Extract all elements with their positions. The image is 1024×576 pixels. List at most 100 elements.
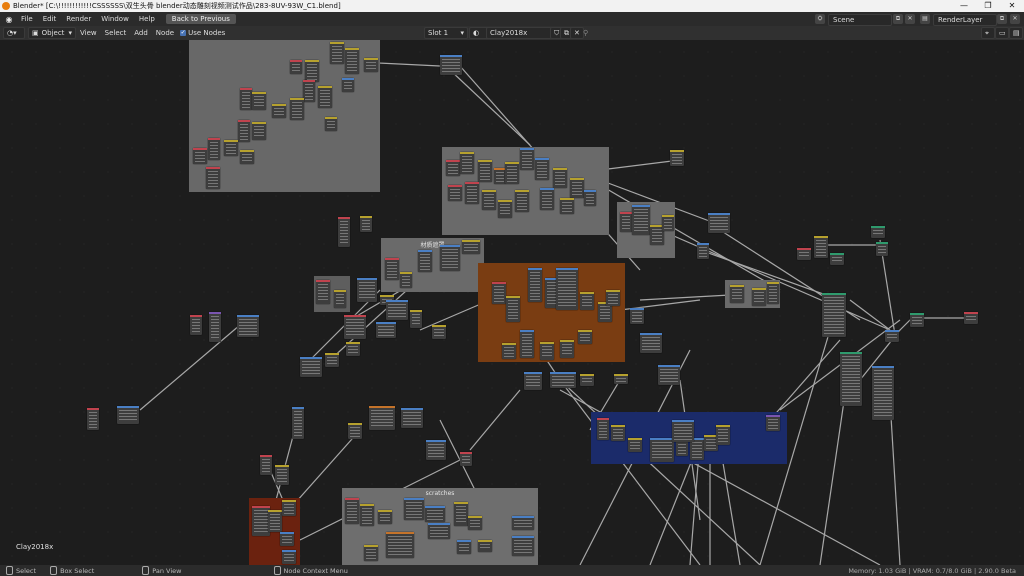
shader-node[interactable]	[502, 343, 516, 359]
shader-node[interactable]	[386, 532, 414, 558]
shader-node[interactable]	[540, 188, 554, 210]
shader-node[interactable]	[401, 408, 423, 428]
shader-node[interactable]	[520, 330, 534, 358]
shader-node[interactable]	[238, 120, 250, 142]
shader-node[interactable]	[528, 268, 542, 302]
shader-node[interactable]	[797, 248, 811, 260]
shader-node[interactable]	[432, 325, 446, 339]
shader-node[interactable]	[670, 150, 684, 166]
material-name-field[interactable]: Clay2018x	[486, 27, 552, 39]
shader-node[interactable]	[550, 372, 576, 388]
render-layer-delete-icon[interactable]: ✕	[1010, 14, 1020, 24]
shader-node[interactable]	[440, 55, 462, 75]
shader-node[interactable]	[520, 148, 534, 170]
shader-node[interactable]	[418, 250, 432, 272]
shader-node[interactable]	[206, 167, 220, 189]
shader-node[interactable]	[290, 60, 302, 74]
shader-node[interactable]	[540, 342, 554, 360]
use-nodes-toggle[interactable]: ✓ Use Nodes	[180, 29, 225, 37]
shader-node[interactable]	[364, 58, 378, 72]
shader-node[interactable]	[260, 455, 272, 475]
shader-node[interactable]	[208, 138, 220, 160]
scene-selector[interactable]: Scene	[828, 14, 892, 26]
editor-type-icon[interactable]: ◔▾	[3, 27, 25, 39]
shader-node[interactable]	[885, 330, 899, 342]
shader-node[interactable]	[428, 523, 450, 539]
pin-icon[interactable]: ⚲	[583, 29, 588, 37]
shader-node[interactable]	[300, 357, 322, 377]
shader-node[interactable]	[460, 452, 472, 466]
shader-node[interactable]	[275, 465, 289, 485]
shader-node[interactable]	[872, 366, 894, 420]
shader-node[interactable]	[553, 168, 567, 188]
shader-node[interactable]	[630, 308, 644, 324]
shader-node[interactable]	[578, 330, 592, 344]
minimize-button[interactable]: —	[952, 0, 976, 12]
shader-node[interactable]	[240, 88, 252, 110]
shader-node[interactable]	[560, 198, 574, 214]
shader-node[interactable]	[840, 352, 862, 406]
shader-node[interactable]	[606, 290, 620, 306]
shader-node[interactable]	[492, 282, 506, 304]
shader-node[interactable]	[822, 293, 846, 337]
shader-node[interactable]	[580, 292, 594, 310]
shader-node[interactable]	[303, 80, 315, 102]
shader-node[interactable]	[292, 407, 304, 439]
menu-edit[interactable]: Edit	[38, 15, 62, 23]
overlay-icon[interactable]: ▤	[1009, 27, 1023, 39]
shader-node[interactable]	[628, 438, 642, 452]
shader-node[interactable]	[410, 310, 422, 328]
shader-node[interactable]	[346, 342, 360, 356]
shader-node[interactable]	[871, 226, 885, 238]
shader-node[interactable]	[454, 502, 468, 526]
shader-node[interactable]	[620, 212, 632, 232]
shader-node[interactable]	[440, 245, 460, 271]
shader-node[interactable]	[730, 285, 744, 303]
shader-node[interactable]	[570, 178, 584, 198]
shader-node[interactable]	[611, 425, 625, 441]
shader-node[interactable]	[672, 420, 694, 442]
scene-icon[interactable]: ⛭	[815, 14, 825, 24]
render-layer-copy-icon[interactable]: ⧉	[997, 14, 1007, 24]
shader-node[interactable]	[369, 406, 395, 430]
shader-node[interactable]	[446, 160, 460, 176]
shader-node[interactable]	[767, 282, 779, 304]
shader-node[interactable]	[560, 340, 574, 358]
shader-node[interactable]	[478, 540, 492, 552]
shader-node[interactable]	[535, 158, 549, 180]
shader-node[interactable]	[268, 510, 282, 532]
shader-node[interactable]	[376, 322, 396, 338]
render-layer-selector[interactable]: RenderLayer	[933, 14, 997, 26]
close-button[interactable]: ✕	[1000, 0, 1024, 12]
shader-node[interactable]	[280, 532, 294, 546]
shader-node[interactable]	[425, 506, 445, 522]
menu-add[interactable]: Add	[130, 29, 152, 37]
shader-node[interactable]	[404, 498, 424, 520]
shader-node[interactable]	[357, 278, 377, 302]
shader-node[interactable]	[716, 425, 730, 445]
shader-node[interactable]	[360, 504, 374, 526]
unlink-icon[interactable]: ✕	[570, 27, 584, 39]
shader-node[interactable]	[876, 242, 888, 256]
shader-node[interactable]	[316, 280, 330, 304]
shader-node[interactable]	[237, 315, 259, 337]
shader-node[interactable]	[338, 217, 350, 247]
shader-node[interactable]	[482, 190, 496, 210]
blender-logo-icon[interactable]: ◉	[2, 15, 16, 24]
shader-node[interactable]	[580, 374, 594, 386]
shader-node[interactable]	[400, 272, 412, 288]
shader-node[interactable]	[240, 150, 254, 164]
shader-node[interactable]	[305, 60, 319, 82]
shader-node[interactable]	[650, 438, 674, 462]
shader-node[interactable]	[512, 536, 534, 556]
shader-node[interactable]	[426, 440, 446, 460]
shader-node[interactable]	[290, 98, 304, 120]
shader-node[interactable]	[117, 406, 139, 424]
shader-node[interactable]	[224, 140, 238, 156]
node-canvas[interactable]: 材质遮罩 scratches	[0, 40, 1024, 565]
shader-node[interactable]	[658, 365, 680, 385]
shader-node[interactable]	[386, 300, 408, 320]
shader-node[interactable]	[378, 510, 392, 524]
shader-node[interactable]	[830, 253, 844, 265]
backdrop-icon[interactable]: ▭	[995, 27, 1009, 39]
